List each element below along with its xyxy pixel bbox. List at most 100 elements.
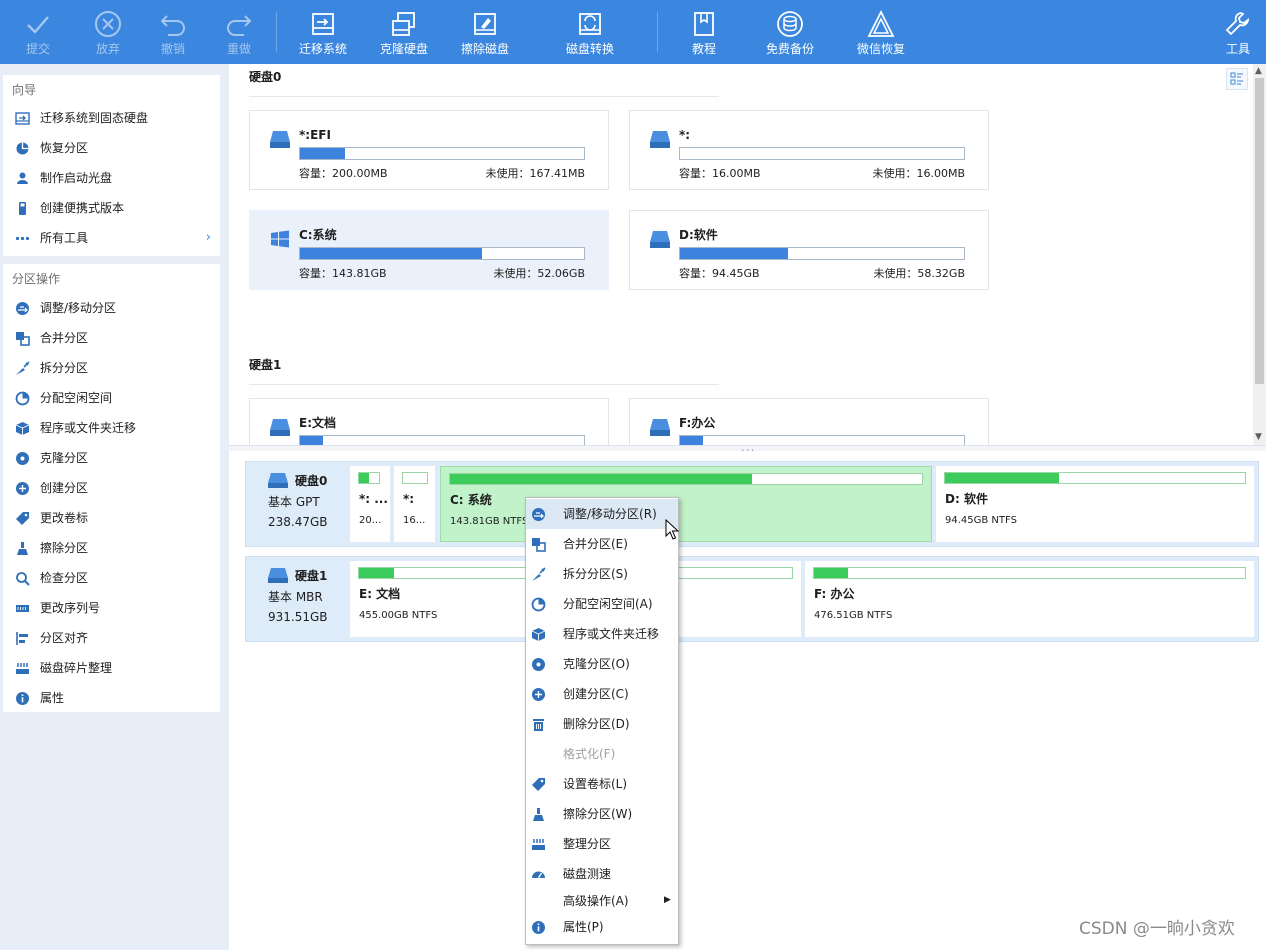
sidebar-item-all-tools[interactable]: 所有工具 ›: [3, 223, 220, 253]
tutorial-button[interactable]: 教程: [664, 0, 744, 64]
check-icon: [27, 16, 49, 34]
scrollbar-thumb[interactable]: [1255, 78, 1264, 384]
sidebar-item-app-mover[interactable]: 程序或文件夹迁移: [3, 413, 220, 443]
hard-drive-icon: [268, 568, 288, 583]
clone-disk-button[interactable]: 克隆硬盘: [364, 0, 444, 64]
sidebar-item-split[interactable]: 拆分分区: [3, 353, 220, 383]
partition-ops-panel: 分区操作 调整/移动分区 合并分区 拆分分区 分配空闲空间 程序或文件夹迁移 克…: [3, 264, 220, 712]
app-mover-icon: [15, 422, 30, 435]
partition-card-msr[interactable]: *: 容量：16.00MB 未使用：16.00MB: [629, 110, 989, 190]
sidebar-item-wipe[interactable]: 擦除分区: [3, 533, 220, 563]
sidebar-item-label: 属性: [40, 691, 65, 705]
disk-heading-divider: [249, 96, 719, 97]
view-toggle-button[interactable]: [1226, 68, 1248, 90]
sidebar-item-migrate-ssd[interactable]: 迁移系统到固态硬盘: [3, 103, 220, 133]
sidebar-item-defrag[interactable]: 磁盘碎片整理: [3, 653, 220, 683]
disk-map-segment-selected[interactable]: C: 系统 143.81GB NTFS: [440, 466, 932, 542]
disk-map-info: 硬盘0 基本 GPT 238.47GB: [268, 473, 328, 529]
sidebar-item-change-label[interactable]: 更改卷标: [3, 503, 220, 533]
split-partition-icon: [16, 361, 30, 375]
menu-item-format[interactable]: 格式化(F): [526, 739, 678, 769]
usage-bar: [944, 472, 1246, 484]
sidebar-item-create[interactable]: 创建分区: [3, 473, 220, 503]
label-tag-icon: [16, 512, 29, 525]
scroll-up-arrow-icon[interactable]: ▲: [1255, 66, 1262, 76]
disk-map-row-0[interactable]: 硬盘0 基本 GPT 238.47GB *: ... 20... *: 16..…: [245, 461, 1259, 547]
trash-icon: [533, 719, 544, 731]
wizard-panel-title: 向导: [12, 83, 37, 97]
menu-item-clone[interactable]: 克隆分区(O): [526, 649, 678, 679]
menu-item-allocate[interactable]: 分配空闲空间(A): [526, 589, 678, 619]
wipe-disk-button[interactable]: 擦除磁盘: [445, 0, 525, 64]
clone-partition-icon: [532, 658, 545, 671]
disk-map-segment[interactable]: F: 办公 476.51GB NTFS: [805, 561, 1254, 637]
sidebar-item-label: 更改卷标: [40, 511, 89, 525]
toolbar-separator: [276, 12, 277, 52]
usage-bar: [299, 147, 585, 160]
toolbar-separator: [657, 12, 658, 52]
menu-item-split[interactable]: 拆分分区(S): [526, 559, 678, 589]
sidebar-item-label: 制作启动光盘: [40, 171, 113, 185]
sidebar-item-recover-partition[interactable]: 恢复分区: [3, 133, 220, 163]
menu-item-speed-test[interactable]: 磁盘测速: [526, 859, 678, 889]
sidebar-item-allocate[interactable]: 分配空闲空间: [3, 383, 220, 413]
free-backup-button[interactable]: 免费备份: [750, 0, 830, 64]
menu-item-set-label[interactable]: 设置卷标(L): [526, 769, 678, 799]
partition-card-efi[interactable]: *:EFI 容量：200.00MB 未使用：167.41MB: [249, 110, 609, 190]
disk-map-segment[interactable]: *: ... 20...: [350, 466, 390, 542]
align-partition-icon: [16, 632, 28, 645]
recover-partition-icon: [16, 142, 29, 155]
migrate-ssd-icon: [15, 112, 30, 125]
cancel-circle-icon: [95, 11, 121, 37]
menu-item-delete[interactable]: 删除分区(D): [526, 709, 678, 739]
disk-map-segment[interactable]: D: 软件 94.45GB NTFS: [936, 466, 1254, 542]
sidebar-item-boot-disc[interactable]: 制作启动光盘: [3, 163, 220, 193]
sidebar-item-serial[interactable]: 更改序列号: [3, 593, 220, 623]
tools-button[interactable]: 工具: [1198, 0, 1266, 64]
merge-partition-icon: [16, 332, 30, 346]
menu-item-app-mover[interactable]: 程序或文件夹迁移: [526, 619, 678, 649]
check-partition-icon: [16, 572, 30, 586]
tutorial-book-icon: [694, 12, 714, 36]
usage-bar: [679, 247, 965, 260]
scroll-down-arrow-icon[interactable]: ▼: [1255, 432, 1262, 442]
sidebar-item-merge[interactable]: 合并分区: [3, 323, 220, 353]
sidebar-item-portable[interactable]: 创建便携式版本: [3, 193, 220, 223]
sidebar-item-label: 擦除分区: [40, 541, 89, 555]
menu-item-resize-move[interactable]: 调整/移动分区(R): [526, 499, 678, 529]
undo-icon: [160, 15, 185, 36]
app-mover-icon: [531, 628, 546, 641]
portable-usb-icon: [19, 202, 26, 215]
partition-card-c-system[interactable]: C:系统 容量：143.81GB 未使用：52.06GB: [249, 210, 609, 290]
sidebar-item-properties[interactable]: 属性: [3, 683, 220, 713]
sidebar-item-label: 创建便携式版本: [40, 201, 125, 215]
disk-map-info: 硬盘1 基本 MBR 931.51GB: [268, 568, 328, 624]
recovery-icon: [867, 9, 895, 37]
sidebar-item-check[interactable]: 检查分区: [3, 563, 220, 593]
submit-button[interactable]: 提交: [0, 0, 78, 64]
redo-button[interactable]: 重做: [199, 0, 279, 64]
partition-card-d-software[interactable]: D:软件 容量：94.45GB 未使用：58.32GB: [629, 210, 989, 290]
hard-drive-icon: [270, 419, 290, 436]
sidebar-item-label: 迁移系统到固态硬盘: [40, 111, 149, 125]
sidebar-item-resize-move[interactable]: 调整/移动分区: [3, 293, 220, 323]
menu-item-wipe[interactable]: 擦除分区(W): [526, 799, 678, 829]
menu-item-defrag[interactable]: 整理分区: [526, 829, 678, 859]
convert-disk-button[interactable]: 磁盘转换: [550, 0, 630, 64]
disk-map-row-1[interactable]: 硬盘1 基本 MBR 931.51GB E: 文档 455.00GB NTFS …: [245, 556, 1259, 642]
migrate-os-button[interactable]: 迁移系统: [283, 0, 363, 64]
menu-item-properties[interactable]: 属性(P): [526, 912, 678, 942]
usage-bar: [358, 472, 380, 484]
partition-card-f-office[interactable]: F:办公: [629, 398, 989, 446]
sidebar-item-clone[interactable]: 克隆分区: [3, 443, 220, 473]
menu-item-create[interactable]: 创建分区(C): [526, 679, 678, 709]
disk-map-segment[interactable]: *: 16...: [394, 466, 435, 542]
vertical-scrollbar[interactable]: ▲ ▼: [1253, 64, 1266, 446]
serial-number-icon: [16, 605, 29, 612]
partition-card-e-docs[interactable]: E:文档: [249, 398, 609, 446]
wechat-recovery-button[interactable]: 微信恢复: [841, 0, 921, 64]
menu-item-merge[interactable]: 合并分区(E): [526, 529, 678, 559]
sidebar-item-align[interactable]: 分区对齐: [3, 623, 220, 653]
wipe-disk-icon: [474, 13, 496, 35]
disk-heading-divider: [249, 384, 719, 385]
